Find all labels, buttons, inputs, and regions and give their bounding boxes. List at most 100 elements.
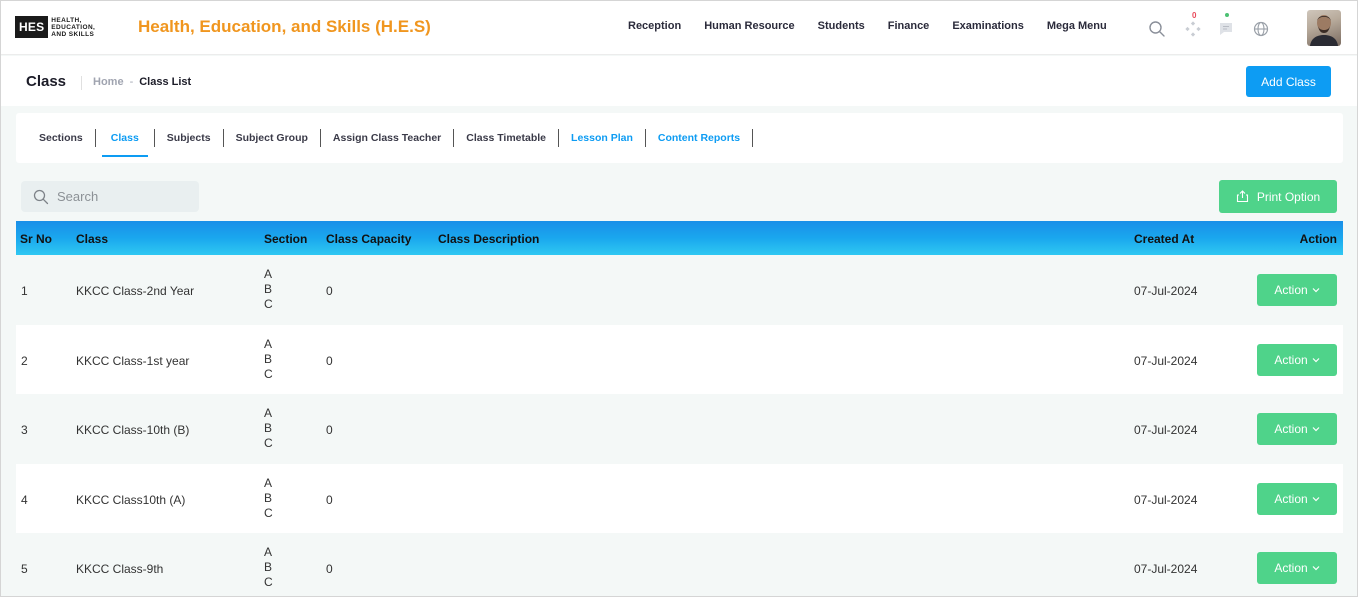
nav-reception[interactable]: Reception [628,20,681,32]
nav-human-resource[interactable]: Human Resource [704,20,794,32]
nav-students[interactable]: Students [818,20,865,32]
section-b: B [264,421,273,435]
action-label: Action [1274,491,1308,506]
cell-class: KKCC Class-1st year [76,353,190,368]
table-row: 4 KKCC Class10th (A) A B C 0 07-Jul-2024… [16,463,1343,533]
cell-sr-no: 1 [21,284,28,298]
tab-divider [94,129,96,147]
col-class-capacity[interactable]: Class Capacity [326,232,411,246]
tab-subject-group[interactable]: Subject Group [224,113,320,163]
action-label: Action [1274,422,1308,436]
cell-capacity: 0 [326,353,333,368]
section-c: C [264,366,273,381]
tab-class-timetable[interactable]: Class Timetable [454,113,558,163]
tab-lesson-plan[interactable]: Lesson Plan [559,113,645,163]
share-upload-icon [1236,190,1249,203]
cell-capacity: 0 [326,562,333,576]
row-action-button[interactable]: Action [1257,274,1337,306]
add-class-button[interactable]: Add Class [1246,66,1331,97]
col-class[interactable]: Class [76,232,108,246]
cell-sr-no: 4 [21,492,28,507]
col-section[interactable]: Section [264,232,307,246]
action-label: Action [1274,561,1308,575]
logo-mark: HES [15,16,49,38]
section-a: A [264,267,273,281]
action-label: Action [1274,283,1308,297]
logo-sub-line: AND SKILLS [51,30,95,38]
nav-finance[interactable]: Finance [888,20,930,32]
cell-class: KKCC Class10th (A) [76,492,186,507]
cell-class: KKCC Class-9th [76,562,164,576]
section-b: B [264,560,273,574]
cell-sr-no: 5 [21,562,28,576]
breadcrumb-home[interactable]: Home [93,76,124,88]
online-dot [1225,13,1229,17]
cell-capacity: 0 [326,284,333,298]
cell-created-at: 07-Jul-2024 [1134,353,1198,368]
cell-class: KKCC Class-2nd Year [76,284,195,298]
print-option-button[interactable]: Print Option [1219,180,1337,213]
cell-sections: A B C [264,545,273,590]
chevron-down-icon [1312,425,1320,433]
chat-icon[interactable] [1216,13,1236,39]
chevron-down-icon [1312,564,1320,572]
cell-created-at: 07-Jul-2024 [1134,423,1198,437]
section-c: C [264,297,273,311]
section-c: C [264,575,273,589]
row-action-button[interactable]: Action [1257,413,1337,445]
action-label: Action [1274,352,1308,367]
breadcrumb: Home - Class List [93,76,191,88]
tab-bar: Sections Class Subjects Subject Group As… [16,113,754,163]
main-nav: Reception Human Resource Students Financ… [628,20,1107,32]
logo-sub-line: HEALTH, [51,16,82,24]
breadcrumb-current: Class List [139,76,192,88]
search-input[interactable] [57,189,187,204]
tab-class[interactable]: Class [101,113,148,163]
table-row: 2 KKCC Class-1st year A B C 0 07-Jul-202… [16,324,1343,394]
globe-icon[interactable] [1251,19,1271,39]
cell-created-at: 07-Jul-2024 [1134,284,1198,298]
row-action-button[interactable]: Action [1257,552,1337,584]
tab-sections[interactable]: Sections [16,113,95,163]
app-window: HES HEALTH, EDUCATION, AND SKILLS Health… [0,0,1358,597]
section-a: A [264,475,273,490]
nav-examinations[interactable]: Examinations [952,20,1024,32]
brand-title: Health, Education, and Skills (H.E.S) [138,17,431,36]
tab-assign-class-teacher[interactable]: Assign Class Teacher [321,113,453,163]
search-box [21,181,199,212]
logo-sub-line: EDUCATION, [51,23,96,31]
search-icon [33,189,49,205]
page-title: Class [26,73,67,90]
page-header: Class Home - Class List Add Class [1,56,1357,106]
chevron-down-icon [1312,495,1320,503]
cell-created-at: 07-Jul-2024 [1134,492,1198,507]
search-icon[interactable] [1147,19,1167,39]
cell-sections: A B C [264,476,273,521]
section-a: A [264,336,273,351]
section-b: B [264,490,273,505]
col-class-description[interactable]: Class Description [438,232,539,246]
nav-mega-menu[interactable]: Mega Menu [1047,20,1107,32]
notification-badge: 0 [1192,11,1197,20]
avatar[interactable] [1307,10,1341,46]
tab-subjects[interactable]: Subjects [155,113,223,163]
row-action-button[interactable]: Action [1257,343,1337,376]
cell-sections: A B C [264,267,273,312]
cell-sections: A B C [264,337,273,382]
col-sr-no[interactable]: Sr No [20,232,52,246]
top-header: HES HEALTH, EDUCATION, AND SKILLS Health… [1,1,1357,55]
logo[interactable]: HES HEALTH, EDUCATION, AND SKILLS [15,16,95,38]
cell-sections: A B C [264,406,273,451]
tab-divider [752,129,754,147]
cell-capacity: 0 [326,423,333,437]
section-b: B [264,351,273,366]
cell-sr-no: 2 [21,353,28,368]
apps-icon[interactable]: 0 [1183,11,1203,39]
row-action-button[interactable]: Action [1257,482,1337,515]
breadcrumb-separator: - [129,76,134,88]
cell-capacity: 0 [326,492,333,507]
section-c: C [264,436,273,450]
tab-content-reports[interactable]: Content Reports [646,113,752,163]
chevron-down-icon [1312,286,1320,294]
col-created-at[interactable]: Created At [1134,232,1194,246]
